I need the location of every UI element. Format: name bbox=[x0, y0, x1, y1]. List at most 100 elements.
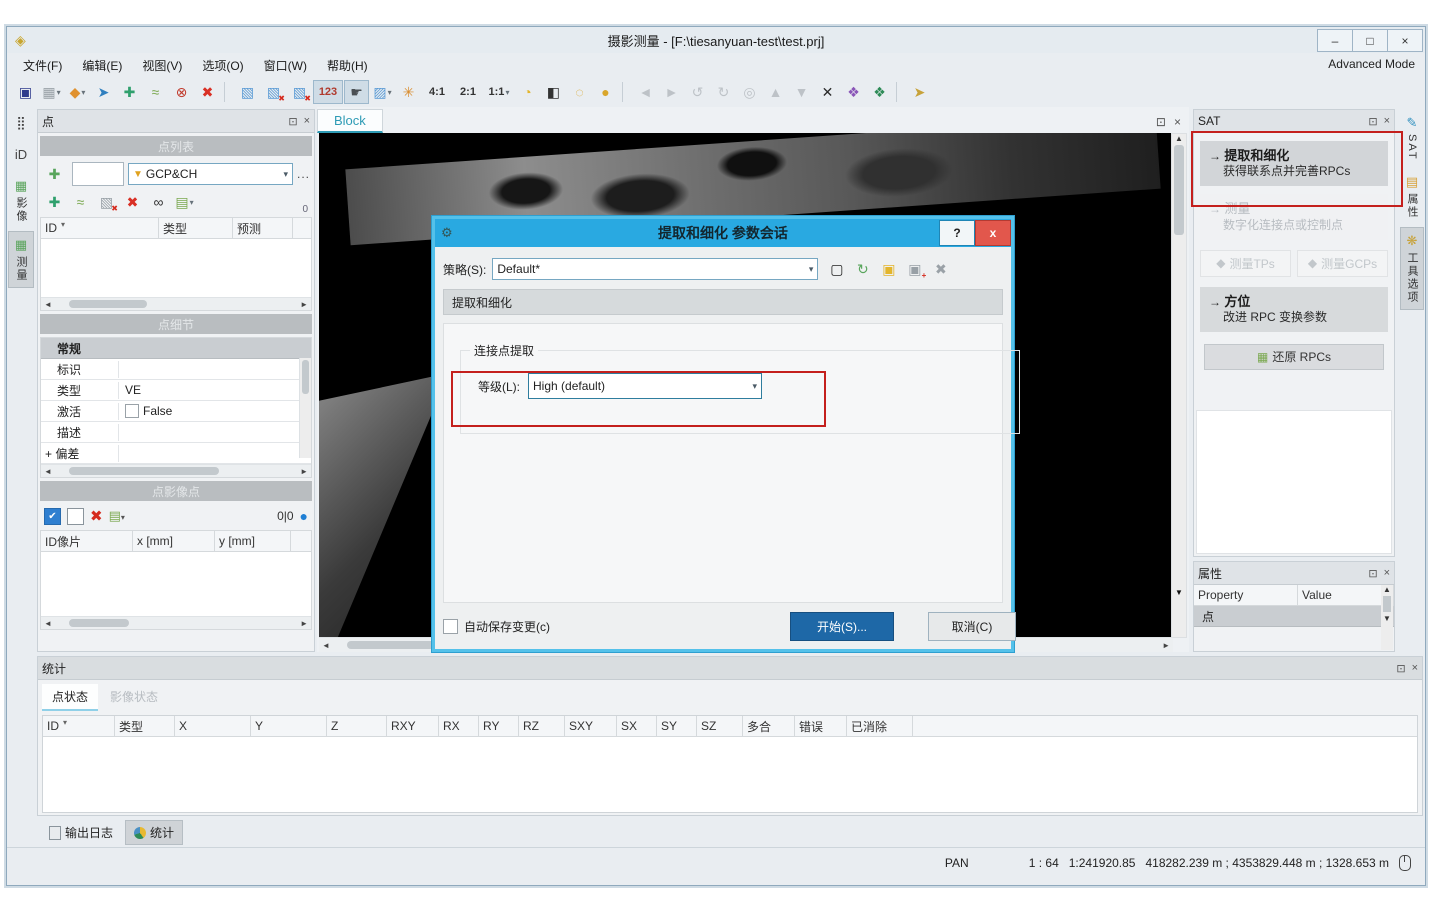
tab-output-log[interactable]: 输出日志 bbox=[41, 821, 121, 844]
save-strategy-icon[interactable]: ▣ bbox=[876, 257, 901, 281]
column-header-rz[interactable]: RZ bbox=[519, 716, 565, 736]
dialog-close-button[interactable]: x bbox=[975, 220, 1011, 246]
statistics-body[interactable] bbox=[43, 737, 1417, 809]
side-tab-properties-tab[interactable]: ▤属性 bbox=[1400, 169, 1424, 224]
maximize-button[interactable]: □ bbox=[1352, 29, 1388, 52]
image-points-body[interactable] bbox=[41, 552, 311, 616]
dialog-title-bar[interactable]: ⚙ 提取和细化 参数会话 ? x bbox=[435, 219, 1011, 247]
polyline-icon[interactable]: ≈ bbox=[143, 80, 168, 104]
menu-w[interactable]: 窗口(W) bbox=[254, 54, 317, 77]
details-group-general[interactable]: 常规 bbox=[41, 340, 81, 357]
column-header-col0[interactable]: ID像片 bbox=[41, 531, 133, 551]
track-points-icon[interactable]: ≈ bbox=[68, 190, 93, 214]
clipboard-icon[interactable]: ▦▾ bbox=[39, 80, 64, 104]
column-header-x[interactable]: X bbox=[175, 716, 251, 736]
column-header-ymm[interactable]: y [mm] bbox=[215, 531, 291, 551]
zoom-2-1-icon[interactable]: 2:1 bbox=[453, 80, 483, 104]
find-point-icon[interactable]: ∞ bbox=[146, 190, 171, 214]
delete-globe-icon[interactable]: ⊗ bbox=[169, 80, 194, 104]
point-filter-select[interactable]: ▼ GCP&CH ▾ bbox=[128, 163, 293, 185]
point-list-body[interactable] bbox=[41, 239, 311, 297]
column-header-id[interactable]: ID▾ bbox=[41, 218, 159, 238]
menu-f[interactable]: 文件(F) bbox=[13, 54, 72, 77]
side-tab-point-tools[interactable]: ⣿ bbox=[8, 110, 34, 139]
float-panel-icon[interactable]: ⊡ bbox=[1396, 662, 1405, 675]
property-row-point[interactable]: 点 bbox=[1194, 608, 1214, 625]
column-header-col15[interactable]: 已消除 bbox=[847, 716, 913, 736]
column-header-rxy[interactable]: RXY bbox=[387, 716, 439, 736]
delete-strategy-icon[interactable]: ✖ bbox=[928, 257, 953, 281]
menu-e[interactable]: 编辑(E) bbox=[72, 54, 132, 77]
zoom-fit-icon[interactable]: ✳ bbox=[396, 80, 421, 104]
menu-v[interactable]: 视图(V) bbox=[132, 54, 192, 77]
point-list-hscrollbar[interactable]: ◄ ► bbox=[41, 297, 311, 310]
side-tab-survey-tab[interactable]: ▦测量 bbox=[8, 231, 34, 288]
close-panel-icon[interactable]: × bbox=[1384, 115, 1390, 128]
column-header-sx[interactable]: SX bbox=[617, 716, 657, 736]
float-panel-icon[interactable]: ⊡ bbox=[1368, 115, 1377, 128]
point-id-input[interactable] bbox=[72, 162, 124, 186]
view-vscrollbar[interactable]: ▲ ▼ bbox=[1171, 133, 1187, 638]
filter-more-button[interactable]: ... bbox=[297, 167, 310, 181]
menu-h[interactable]: 帮助(H) bbox=[317, 54, 378, 77]
save-strategy-as-icon[interactable]: ▣+ bbox=[902, 257, 927, 281]
tab-block[interactable]: Block bbox=[317, 109, 383, 133]
tab-statistics[interactable]: 统计 bbox=[125, 820, 183, 845]
point-pick-icon[interactable]: ✚ bbox=[117, 80, 142, 104]
image-delete-all-icon[interactable]: ▧✖ bbox=[287, 80, 312, 104]
lock-icon[interactable]: ● bbox=[593, 80, 618, 104]
zoom-1-1-icon[interactable]: 1:1▾ bbox=[484, 80, 514, 104]
details-vscrollbar[interactable] bbox=[299, 358, 311, 458]
accept-edit-icon[interactable]: ▤▾ bbox=[172, 190, 197, 214]
brightness-ball-icon[interactable]: ◔ bbox=[515, 80, 540, 104]
column-header-col2[interactable]: 预测 bbox=[233, 218, 293, 238]
save-icon[interactable]: ▣ bbox=[13, 80, 38, 104]
navigate-home-icon[interactable]: ◆▾ bbox=[65, 80, 90, 104]
column-header-col1[interactable]: 类型 bbox=[115, 716, 175, 736]
column-header-sy[interactable]: SY bbox=[657, 716, 697, 736]
side-tab-images-tab[interactable]: ▦影像 bbox=[8, 173, 34, 228]
edit-image-point-icon[interactable]: ▤▾ bbox=[109, 508, 125, 524]
check-all-checkbox[interactable]: ✔ bbox=[44, 508, 61, 525]
column-header-z[interactable]: Z bbox=[327, 716, 387, 736]
reload-strategy-icon[interactable]: ↻ bbox=[850, 257, 875, 281]
column-header-y[interactable]: Y bbox=[251, 716, 327, 736]
property-row[interactable]: + 偏差 bbox=[41, 443, 311, 464]
image-edit-icon[interactable]: ▧ bbox=[235, 80, 260, 104]
close-panel-icon[interactable]: × bbox=[1412, 662, 1418, 675]
image-points-hscrollbar[interactable]: ◄ ► bbox=[41, 616, 311, 629]
column-header-col1[interactable]: 类型 bbox=[159, 218, 233, 238]
menu-o[interactable]: 选项(O) bbox=[192, 54, 253, 77]
prop-col-value[interactable]: Value bbox=[1298, 585, 1394, 605]
skeleton-figure-icon[interactable]: ✕ bbox=[815, 80, 840, 104]
image-delete-one-icon[interactable]: ▧✖ bbox=[261, 80, 286, 104]
contrast-icon[interactable]: ◧ bbox=[541, 80, 566, 104]
pointer-help-icon[interactable]: ➤ bbox=[907, 80, 932, 104]
level-select[interactable]: High (default) ▾ bbox=[528, 373, 762, 399]
restore-rpcs-button[interactable]: ▦ 还原 RPCs bbox=[1204, 344, 1384, 370]
column-header-ry[interactable]: RY bbox=[479, 716, 519, 736]
cancel-button[interactable]: 取消(C) bbox=[928, 612, 1016, 641]
side-tab-tool-options-tab[interactable]: ❋工具选项 bbox=[1400, 227, 1424, 310]
column-header-sxy[interactable]: SXY bbox=[565, 716, 617, 736]
column-header-xmm[interactable]: x [mm] bbox=[133, 531, 215, 551]
close-panel-icon[interactable]: × bbox=[304, 115, 310, 128]
dialog-section-header[interactable]: 提取和细化 bbox=[443, 289, 1003, 315]
strategy-select[interactable]: Default* ▾ bbox=[492, 258, 818, 280]
float-panel-icon[interactable]: ⊡ bbox=[1368, 567, 1377, 580]
property-row[interactable]: 类型VE bbox=[41, 380, 311, 401]
add-point-icon[interactable]: ✚ bbox=[42, 162, 67, 186]
step-orientation[interactable]: → 方位 改进 RPC 变换参数 bbox=[1200, 287, 1388, 332]
property-row[interactable]: 标识 bbox=[41, 359, 311, 380]
property-row[interactable]: 激活False bbox=[41, 401, 311, 422]
tab-point-status[interactable]: 点状态 bbox=[42, 684, 98, 711]
select-arrow-icon[interactable]: ➤ bbox=[91, 80, 116, 104]
delete-selected-icon[interactable]: ✖ bbox=[120, 190, 145, 214]
view-close-icon[interactable]: × bbox=[1174, 115, 1181, 129]
properties-vscrollbar[interactable]: ▲ ▼ bbox=[1381, 585, 1393, 650]
side-tab-id-display[interactable]: iD bbox=[8, 142, 34, 170]
prop-col-property[interactable]: Property bbox=[1194, 585, 1298, 605]
image-adjust-icon[interactable]: ▨▾ bbox=[370, 80, 395, 104]
property-row[interactable]: 描述 bbox=[41, 422, 311, 443]
pair-view-b-icon[interactable]: ❖ bbox=[867, 80, 892, 104]
